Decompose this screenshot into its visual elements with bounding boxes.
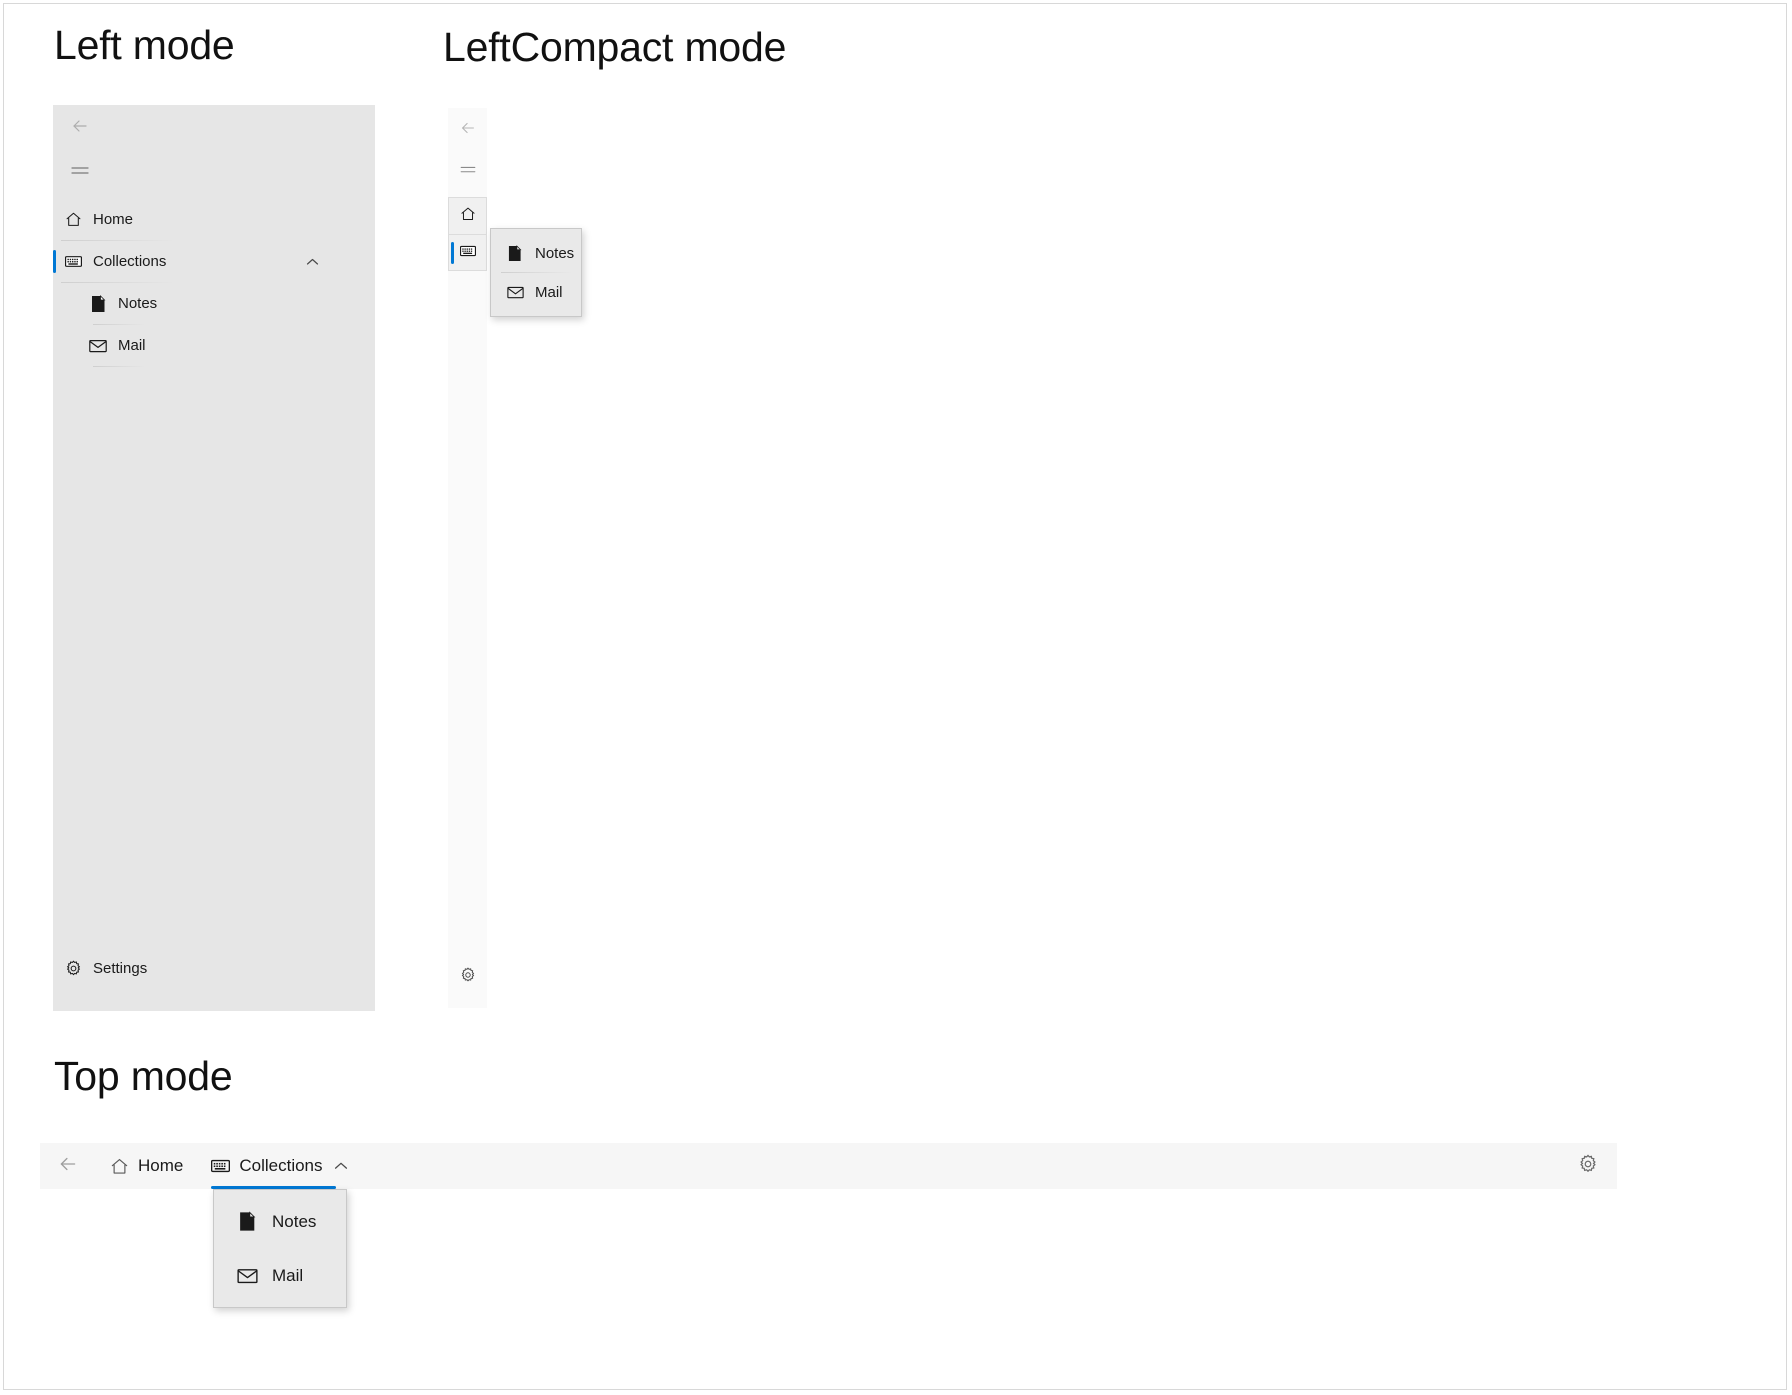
topnav-item-collections[interactable]: Collections (197, 1143, 361, 1189)
back-button[interactable] (40, 1143, 96, 1189)
back-arrow-icon (459, 119, 477, 142)
leftcompact-rail-list (448, 197, 487, 271)
section-title-left: Left mode (54, 22, 235, 68)
flyout-item-label: Notes (272, 1211, 317, 1231)
mail-envelope-icon (501, 286, 529, 299)
selection-indicator (451, 242, 454, 264)
left-mode-footer: Settings (53, 948, 375, 989)
nav-item-collections[interactable]: Collections (53, 241, 375, 282)
settings-gear-icon (1578, 1154, 1598, 1179)
mail-envelope-icon (230, 1268, 264, 1284)
topnav-item-home[interactable]: Home (96, 1143, 197, 1189)
flyout-item-label: Mail (272, 1265, 304, 1285)
hamburger-menu-icon (460, 163, 476, 181)
top-collections-flyout: Notes Mail (213, 1189, 347, 1308)
home-icon (460, 206, 476, 227)
section-title-leftcompact: LeftCompact mode (443, 24, 787, 70)
back-arrow-icon (70, 116, 90, 141)
left-mode-nav-list: Home Collections Notes Mail (53, 199, 375, 367)
back-button[interactable] (448, 108, 487, 152)
left-mode-navigation-pane: Home Collections Notes Mail Settings (53, 105, 375, 1011)
settings-button[interactable] (1559, 1143, 1617, 1189)
nav-item-label: Mail (118, 337, 146, 354)
nav-item-mail[interactable]: Mail (53, 325, 375, 366)
chevron-up-icon[interactable] (334, 1161, 348, 1171)
document-notes-icon (501, 244, 529, 262)
keyboard-collections-icon (53, 255, 93, 268)
flyout-item-label: Mail (535, 283, 563, 301)
rail-item-home[interactable] (448, 197, 487, 234)
nav-item-label: Collections (93, 253, 167, 270)
hamburger-menu-button[interactable] (53, 151, 107, 195)
keyboard-collections-icon (459, 244, 476, 262)
topnav-item-label: Home (138, 1156, 184, 1175)
divider (93, 366, 145, 367)
document-notes-icon (78, 294, 118, 313)
settings-gear-icon (53, 960, 93, 977)
flyout-item-notes[interactable]: Notes (214, 1195, 346, 1248)
leftcompact-mode-navigation-rail (448, 108, 487, 1008)
top-mode-navigation-bar: Home Collections (40, 1143, 1617, 1189)
selection-indicator (53, 250, 56, 273)
mail-envelope-icon (78, 339, 118, 353)
back-arrow-icon (57, 1153, 79, 1180)
back-button[interactable] (53, 105, 107, 151)
flyout-item-mail[interactable]: Mail (491, 273, 581, 311)
keyboard-collections-icon (211, 1159, 231, 1173)
nav-item-label: Settings (93, 960, 148, 977)
chevron-up-icon[interactable] (306, 257, 319, 266)
nav-item-notes[interactable]: Notes (53, 283, 375, 324)
nav-item-home[interactable]: Home (53, 199, 375, 240)
nav-item-settings[interactable]: Settings (53, 948, 375, 989)
settings-button[interactable] (448, 958, 487, 996)
home-icon (53, 211, 93, 228)
hamburger-menu-button[interactable] (448, 152, 487, 192)
flyout-item-label: Notes (535, 244, 575, 262)
home-icon (110, 1157, 129, 1176)
settings-gear-icon (460, 966, 476, 988)
section-title-top: Top mode (54, 1053, 233, 1099)
hamburger-menu-icon (71, 164, 89, 183)
nav-item-label: Home (93, 211, 134, 228)
nav-item-label: Notes (118, 295, 158, 312)
leftcompact-collections-flyout: Notes Mail (490, 228, 582, 317)
flyout-item-notes[interactable]: Notes (491, 234, 581, 272)
document-notes-icon (230, 1211, 264, 1232)
topnav-item-label: Collections (239, 1156, 323, 1175)
rail-item-collections[interactable] (448, 234, 487, 271)
flyout-item-mail[interactable]: Mail (214, 1249, 346, 1302)
